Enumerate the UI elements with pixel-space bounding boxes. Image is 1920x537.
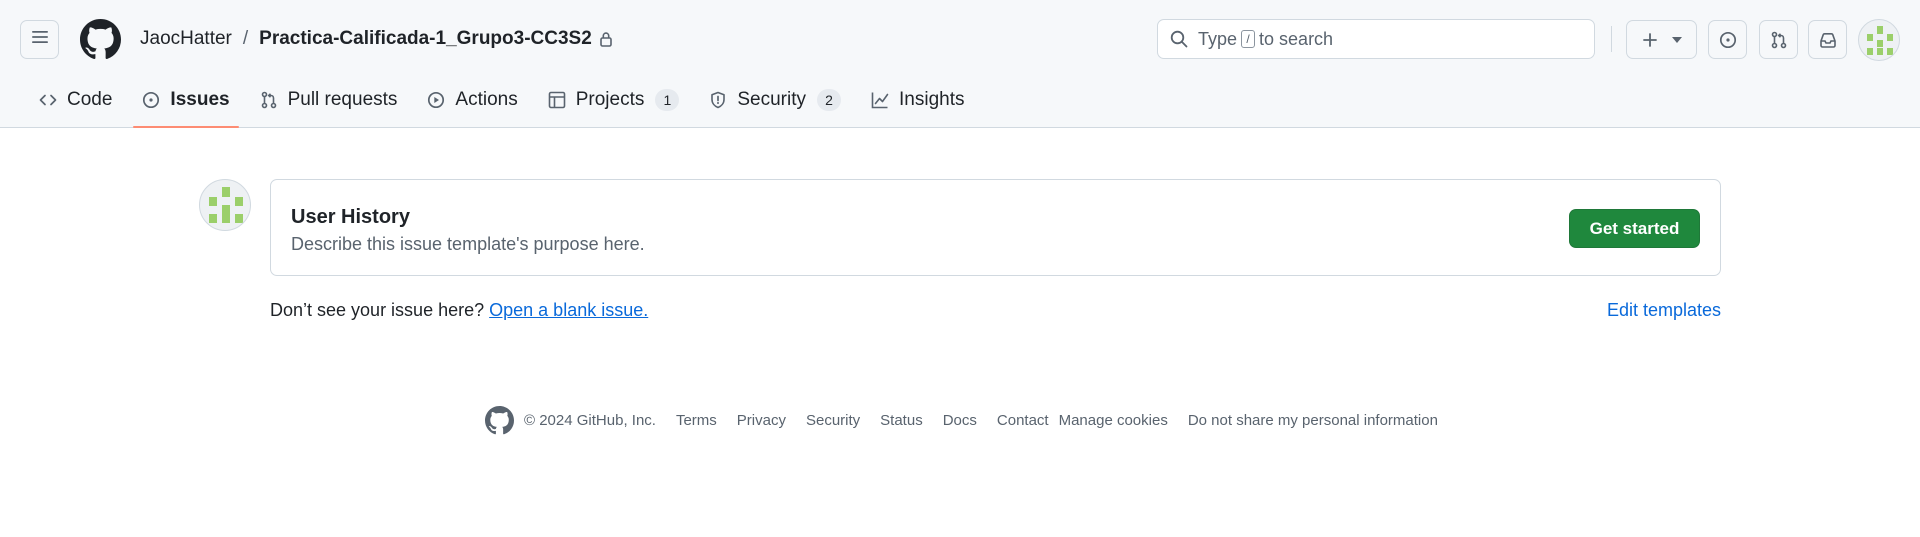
get-started-button[interactable]: Get started [1569, 209, 1700, 248]
triangle-down-icon [1671, 36, 1682, 43]
tab-label: Pull requests [287, 89, 398, 110]
menu-button[interactable] [20, 20, 59, 59]
tab-label: Security [737, 89, 807, 110]
tab-insights[interactable]: Insights [860, 84, 975, 116]
footer-link-do-not-share[interactable]: Do not share my personal information [1188, 412, 1438, 429]
search-shortcut-key: / [1241, 30, 1256, 48]
tab-projects[interactable]: Projects 1 [537, 84, 691, 116]
template-description: Describe this issue template's purpose h… [291, 234, 645, 254]
tab-label: Projects [575, 89, 645, 110]
your-issues-button[interactable] [1708, 20, 1747, 59]
inbox-icon [1819, 31, 1837, 49]
footer-link-security[interactable]: Security [806, 412, 860, 429]
tab-label: Actions [455, 89, 518, 110]
tab-issues[interactable]: Issues [131, 84, 240, 128]
issue-opened-icon [1719, 31, 1737, 49]
git-pull-request-icon [260, 91, 278, 109]
footer-copyright: © 2024 GitHub, Inc. [524, 411, 656, 429]
search-placeholder-prefix: Type [1198, 28, 1238, 49]
repo-header: JaocHatter / Practica-Calificada-1_Grupo… [0, 0, 1920, 128]
inbox-button[interactable] [1808, 20, 1847, 59]
footer-link-status[interactable]: Status [880, 412, 923, 429]
repo-tabs: Code Issues Pull requests Actions Projec… [28, 84, 984, 128]
github-mark-icon[interactable] [485, 405, 514, 435]
footer-link-privacy[interactable]: Privacy [737, 412, 786, 429]
issue-template-card: User History Describe this issue templat… [270, 179, 1721, 276]
tab-label: Issues [170, 89, 230, 110]
tab-code[interactable]: Code [28, 84, 123, 116]
tab-pull-requests[interactable]: Pull requests [249, 84, 409, 116]
footer-link-contact[interactable]: Contact [997, 412, 1049, 429]
security-count-badge: 2 [817, 89, 842, 111]
footer: © 2024 GitHub, Inc. Terms Privacy Securi… [485, 405, 1458, 435]
projects-count-badge: 1 [655, 89, 680, 111]
lock-icon [599, 31, 613, 47]
create-new-button[interactable] [1626, 20, 1697, 59]
footer-link-terms[interactable]: Terms [676, 412, 717, 429]
search-placeholder-suffix: to search [1259, 28, 1334, 49]
hamburger-icon [31, 29, 49, 50]
header-divider [1611, 26, 1612, 52]
code-icon [39, 91, 57, 109]
tab-security[interactable]: Security 2 [698, 84, 852, 116]
footer-link-docs[interactable]: Docs [943, 412, 977, 429]
blank-issue-row: Don’t see your issue here? Open a blank … [270, 300, 648, 321]
blank-issue-prompt: Don’t see your issue here? [270, 300, 485, 320]
play-icon [427, 91, 445, 109]
search-icon [1170, 30, 1188, 48]
open-blank-issue-link[interactable]: Open a blank issue. [489, 300, 648, 320]
breadcrumb: JaocHatter / Practica-Calificada-1_Grupo… [140, 27, 613, 51]
edit-templates-link[interactable]: Edit templates [1607, 300, 1721, 321]
user-avatar[interactable] [1858, 19, 1900, 61]
plus-icon [1642, 32, 1658, 48]
graph-icon [871, 91, 889, 109]
breadcrumb-separator: / [242, 28, 249, 49]
tab-actions[interactable]: Actions [416, 84, 528, 116]
git-pull-request-icon [1770, 31, 1788, 49]
footer-link-manage-cookies[interactable]: Manage cookies [1059, 412, 1168, 429]
your-pull-requests-button[interactable] [1759, 20, 1798, 59]
tab-label: Insights [899, 89, 965, 110]
template-title: User History [291, 206, 410, 228]
repo-name-link[interactable]: Practica-Calificada-1_Grupo3-CC3S2 [259, 27, 592, 51]
table-icon [548, 91, 566, 109]
issue-opened-icon [142, 91, 160, 109]
template-avatar [199, 179, 251, 231]
github-mark-icon[interactable] [80, 19, 121, 60]
shield-icon [709, 91, 727, 109]
repo-owner-link[interactable]: JaocHatter [140, 27, 232, 51]
tab-label: Code [67, 89, 113, 110]
search-input[interactable]: Type / to search [1157, 19, 1595, 59]
